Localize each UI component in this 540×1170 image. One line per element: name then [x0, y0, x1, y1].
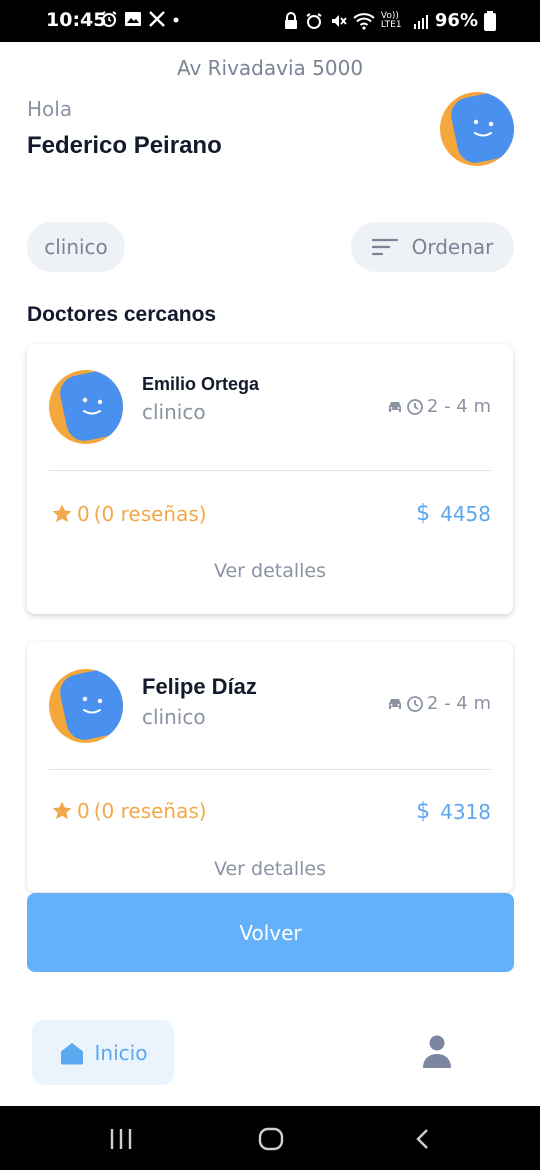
- clock-icon: [406, 398, 423, 415]
- sort-icon: [371, 238, 398, 256]
- currency-symbol: $: [416, 799, 431, 824]
- greeting: Hola: [27, 97, 73, 121]
- star-icon: [52, 504, 72, 523]
- smile-icon: [82, 397, 103, 415]
- status-system-icons: Vo)) LTE1 96%: [283, 10, 496, 31]
- battery-icon: [484, 10, 496, 31]
- doctor-specialty: clinico: [142, 705, 206, 729]
- status-time: 10:45: [46, 9, 107, 31]
- doctor-price: $ 4458: [416, 501, 491, 526]
- doctor-rating: 0 (0 reseñas): [51, 799, 207, 823]
- view-details-link[interactable]: Ver detalles: [27, 858, 513, 880]
- back-system-icon[interactable]: [414, 1128, 432, 1150]
- section-title: Doctores cercanos: [27, 303, 217, 326]
- doctor-card[interactable]: Felipe Díaz clinico 2 - 4 m 0 (0 reseñas…: [27, 642, 513, 892]
- doctor-rating: 0 (0 reseñas): [51, 502, 207, 526]
- view-details-link[interactable]: Ver detalles: [27, 560, 513, 582]
- alarm-icon: [101, 11, 117, 27]
- lock-icon: [284, 11, 297, 29]
- nav-home-label: Inicio: [94, 1040, 148, 1065]
- image-icon: [125, 12, 141, 26]
- star-icon: [52, 801, 72, 820]
- sort-label: Ordenar: [411, 235, 494, 259]
- doctor-eta: 2 - 4 m: [387, 396, 491, 417]
- doctor-specialty: clinico: [142, 400, 206, 424]
- person-icon[interactable]: [420, 1034, 454, 1070]
- card-divider: [49, 769, 491, 770]
- specialty-filter-label: clinico: [44, 235, 108, 259]
- alarm-icon: [306, 12, 322, 29]
- status-notifications: [100, 10, 180, 28]
- smile-icon: [82, 696, 103, 714]
- review-count: (0 reseñas): [93, 799, 207, 823]
- status-bar: 10:45 Vo)) LTE1 96%: [0, 0, 540, 42]
- dot-icon: [173, 17, 179, 23]
- doctor-price: $ 4318: [416, 799, 491, 824]
- recent-apps-icon[interactable]: [109, 1128, 133, 1150]
- clock-icon: [406, 695, 423, 712]
- rating-value: 0: [77, 502, 90, 526]
- current-address[interactable]: Av Rivadavia 5000: [0, 56, 540, 80]
- review-count: (0 reseñas): [93, 502, 207, 526]
- doctor-avatar: [49, 370, 123, 444]
- wifi-icon: [353, 12, 375, 30]
- car-icon: [388, 698, 401, 709]
- doctor-card[interactable]: Emilio Ortega clinico 2 - 4 m 0 (0 reseñ…: [27, 344, 513, 614]
- card-divider: [49, 470, 491, 471]
- back-button[interactable]: Volver: [27, 893, 514, 972]
- mute-icon: [331, 14, 347, 27]
- network-label: Vo)) LTE1: [380, 10, 402, 30]
- x-logo-icon: [149, 11, 165, 27]
- doctor-name: Emilio Ortega: [142, 374, 260, 394]
- eta-value: 2 - 4 m: [426, 396, 491, 417]
- price-value: 4458: [440, 501, 491, 526]
- battery-level: 96%: [434, 10, 478, 31]
- currency-symbol: $: [416, 501, 431, 526]
- doctor-eta: 2 - 4 m: [387, 693, 491, 714]
- price-value: 4318: [440, 799, 491, 824]
- car-icon: [388, 401, 401, 412]
- doctor-name: Felipe Díaz: [142, 674, 257, 699]
- user-avatar[interactable]: [440, 92, 514, 166]
- specialty-filter-chip[interactable]: clinico: [27, 222, 125, 272]
- eta-value: 2 - 4 m: [426, 693, 491, 714]
- nav-home-tab[interactable]: Inicio: [32, 1020, 174, 1085]
- doctor-avatar: [49, 669, 123, 743]
- sort-button[interactable]: Ordenar: [351, 222, 514, 272]
- signal-icon: [413, 14, 428, 29]
- rating-value: 0: [77, 799, 90, 823]
- smile-icon: [473, 119, 494, 137]
- home-system-icon[interactable]: [258, 1127, 284, 1151]
- user-name: Federico Peirano: [27, 132, 222, 159]
- home-icon: [60, 1042, 83, 1064]
- system-navigation-bar: [0, 1106, 540, 1170]
